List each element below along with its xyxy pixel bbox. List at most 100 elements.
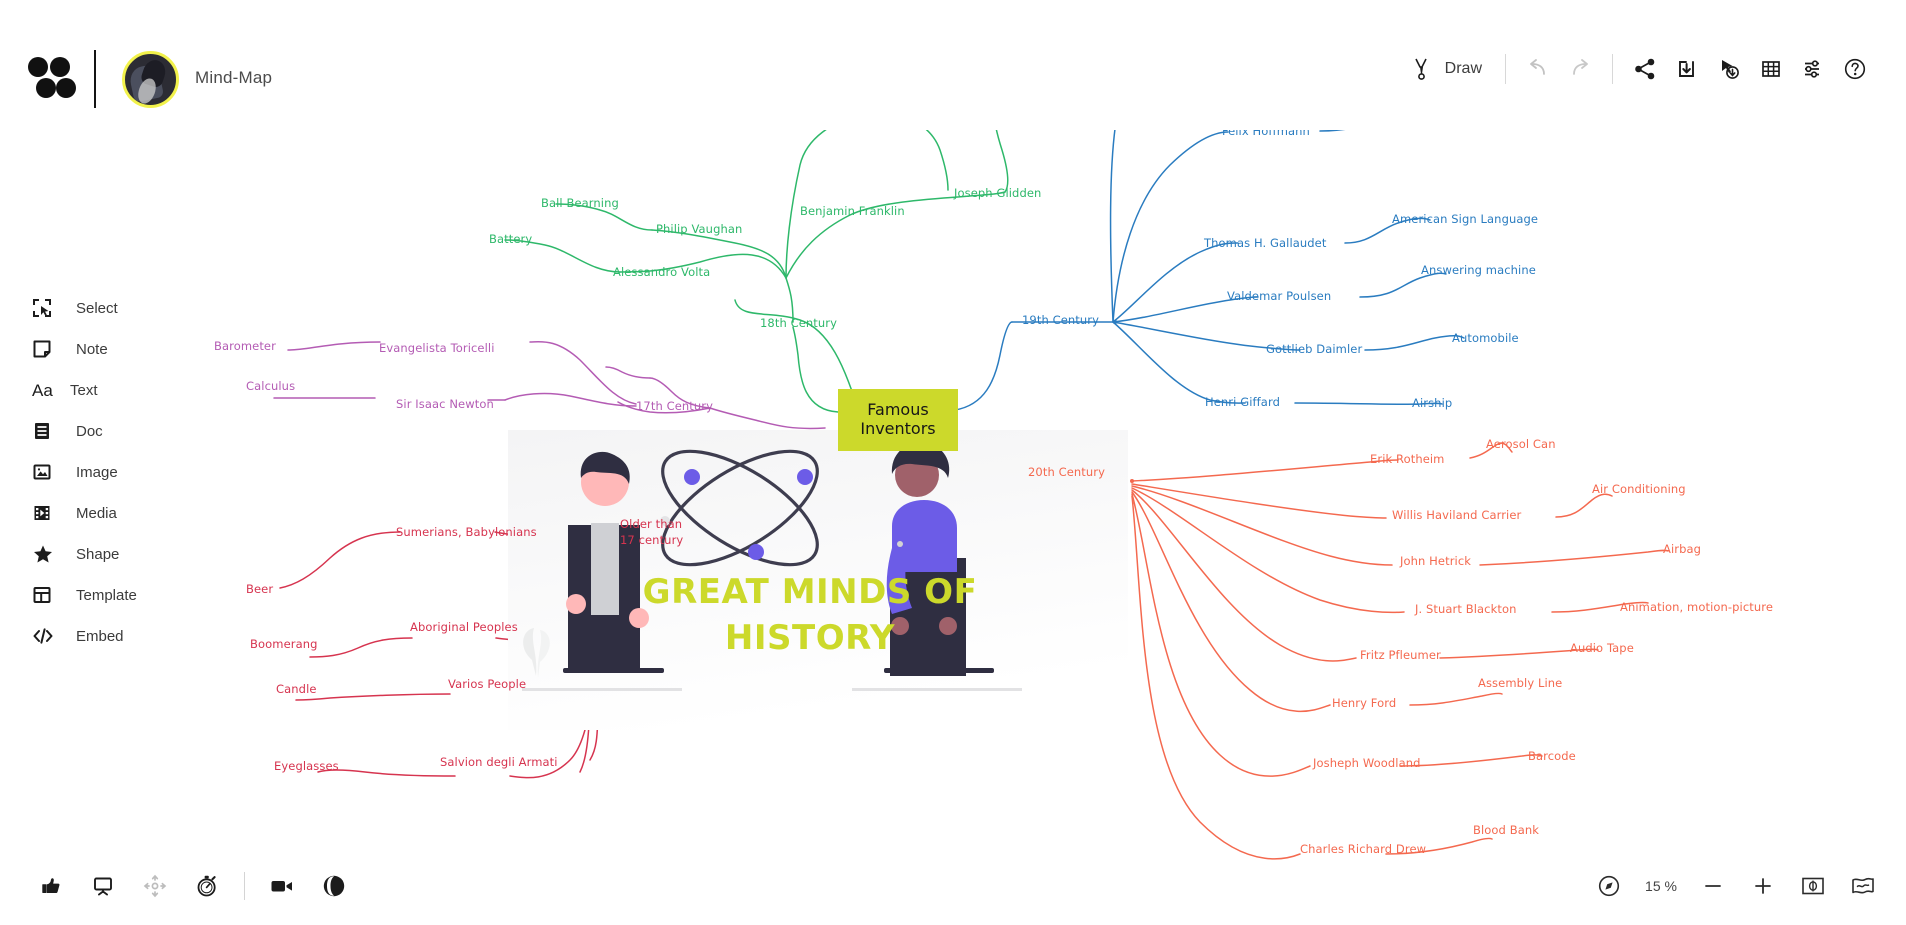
node-17th-century[interactable]: 17th Century xyxy=(636,399,713,413)
sidebar-item-template[interactable]: Template xyxy=(32,575,182,615)
node-varios-people[interactable]: Varios People xyxy=(448,677,526,691)
node-henry-ford[interactable]: Henry Ford xyxy=(1332,696,1396,710)
node-american-sign-language[interactable]: American Sign Language xyxy=(1392,212,1538,226)
share-icon[interactable] xyxy=(1624,48,1666,90)
node-calculus[interactable]: Calculus xyxy=(246,379,295,393)
node-19th-century[interactable]: 19th Century xyxy=(1022,313,1099,327)
zoom-in-button[interactable] xyxy=(1746,869,1780,903)
help-icon[interactable] xyxy=(1834,48,1876,90)
node-older-than-17-century[interactable]: Older than 17 century xyxy=(620,517,683,548)
header-divider xyxy=(94,50,96,108)
illustration-image[interactable]: GREAT MINDS OF HISTORY xyxy=(508,430,1128,730)
node-fritz-pfleumer[interactable]: Fritz Pfleumer xyxy=(1360,648,1441,662)
fit-to-screen-icon[interactable] xyxy=(1796,869,1830,903)
node-evangelista-toricelli[interactable]: Evangelista Toricelli xyxy=(379,341,495,355)
template-icon xyxy=(32,585,66,605)
avatar[interactable] xyxy=(122,51,179,108)
theme-icon[interactable] xyxy=(317,869,351,903)
node-philip-vaughan[interactable]: Philip Vaughan xyxy=(656,222,742,236)
headline-line-2: HISTORY xyxy=(724,617,896,658)
node-henri-giffard[interactable]: Henri Giffard xyxy=(1205,395,1280,409)
node-automobile[interactable]: Automobile xyxy=(1452,331,1519,345)
sidebar-item-media[interactable]: Media xyxy=(32,493,182,533)
node-benjamin-franklin[interactable]: Benjamin Franklin xyxy=(800,204,905,218)
sidebar-item-image[interactable]: Image xyxy=(32,452,182,492)
app-logo-icon[interactable] xyxy=(28,56,76,102)
draw-label[interactable]: Draw xyxy=(1443,60,1494,78)
mindmap-root-node[interactable]: Famous Inventors xyxy=(838,389,958,451)
bottom-right-toolbar: 15 % xyxy=(1592,869,1880,903)
undo-icon[interactable] xyxy=(1517,48,1559,90)
node-sumerians-babylonians[interactable]: Sumerians, Babylonians xyxy=(396,525,537,539)
node-alessandro-volta[interactable]: Alessandro Volta xyxy=(613,265,710,279)
node-aboriginal-peoples[interactable]: Aboriginal Peoples xyxy=(410,620,518,634)
sidebar-item-note[interactable]: Note xyxy=(32,329,182,369)
root-label-line2: Inventors xyxy=(860,419,936,438)
zoom-level: 15 % xyxy=(1645,878,1677,894)
download-icon[interactable] xyxy=(1666,48,1708,90)
node-j-stuart-blackton[interactable]: J. Stuart Blackton xyxy=(1415,602,1517,616)
older-label-line1: Older than xyxy=(620,517,683,531)
mindmap-canvas[interactable]: Famous Inventors 18th Century Philip Vau… xyxy=(0,0,1906,925)
node-airbag[interactable]: Airbag xyxy=(1663,542,1701,556)
node-gottlieb-daimler[interactable]: Gottlieb Daimler xyxy=(1266,342,1362,356)
node-aerosol-can[interactable]: Aerosol Can xyxy=(1486,437,1556,451)
node-battery[interactable]: Battery xyxy=(489,232,532,246)
video-icon[interactable] xyxy=(265,869,299,903)
presentation-icon[interactable] xyxy=(86,869,120,903)
node-air-conditioning[interactable]: Air Conditioning xyxy=(1592,482,1686,496)
node-audio-tape[interactable]: Audio Tape xyxy=(1570,641,1634,655)
left-toolbar: Select Note Aa Text Doc Image Media Shap… xyxy=(32,288,182,657)
image-icon xyxy=(32,462,66,482)
node-20th-century[interactable]: 20th Century xyxy=(1028,465,1105,479)
minimap-icon[interactable] xyxy=(1846,869,1880,903)
node-valdemar-poulsen[interactable]: Valdemar Poulsen xyxy=(1227,289,1331,303)
select-icon xyxy=(32,298,66,318)
node-joseph-glidden[interactable]: Joseph Glidden xyxy=(954,186,1041,200)
sidebar-label-text: Text xyxy=(70,381,98,399)
node-charles-richard-drew[interactable]: Charles Richard Drew xyxy=(1300,842,1426,856)
focus-icon[interactable] xyxy=(138,869,172,903)
node-assembly-line[interactable]: Assembly Line xyxy=(1478,676,1562,690)
node-beer[interactable]: Beer xyxy=(246,582,273,596)
grid-icon[interactable] xyxy=(1750,48,1792,90)
doc-icon xyxy=(32,421,66,441)
node-willis-haviland-carrier[interactable]: Willis Haviland Carrier xyxy=(1392,508,1521,522)
present-icon[interactable] xyxy=(1708,48,1750,90)
node-airship[interactable]: Airship xyxy=(1412,396,1452,410)
sidebar-item-shape[interactable]: Shape xyxy=(32,534,182,574)
node-john-hetrick[interactable]: John Hetrick xyxy=(1400,554,1471,568)
node-thomas-h-gallaudet[interactable]: Thomas H. Gallaudet xyxy=(1204,236,1326,250)
node-answering-machine[interactable]: Answering machine xyxy=(1421,263,1536,277)
node-boomerang[interactable]: Boomerang xyxy=(250,637,318,651)
sidebar-item-doc[interactable]: Doc xyxy=(32,411,182,451)
sidebar-item-select[interactable]: Select xyxy=(32,288,182,328)
note-icon xyxy=(32,339,66,359)
node-18th-century[interactable]: 18th Century xyxy=(760,316,837,330)
node-sir-isaac-newton[interactable]: Sir Isaac Newton xyxy=(396,397,494,411)
sidebar-item-embed[interactable]: Embed xyxy=(32,616,182,656)
thumbs-up-icon[interactable] xyxy=(34,869,68,903)
node-animation-motion-picture[interactable]: Animation, motion-picture xyxy=(1620,600,1773,614)
settings-sliders-icon[interactable] xyxy=(1792,48,1834,90)
node-candle[interactable]: Candle xyxy=(276,682,317,696)
node-barcode[interactable]: Barcode xyxy=(1528,749,1576,763)
node-erik-rotheim[interactable]: Erik Rotheim xyxy=(1370,452,1444,466)
node-ball-bearning[interactable]: Ball Bearning xyxy=(541,196,619,210)
node-salvion-degli-armati[interactable]: Salvion degli Armati xyxy=(440,755,558,769)
node-eyeglasses[interactable]: Eyeglasses xyxy=(274,759,339,773)
node-josheph-woodland[interactable]: Josheph Woodland xyxy=(1313,756,1421,770)
timer-icon[interactable] xyxy=(190,869,224,903)
app-root: Famous Inventors 18th Century Philip Vau… xyxy=(0,0,1906,925)
redo-icon[interactable] xyxy=(1559,48,1601,90)
document-title[interactable]: Mind-Map xyxy=(195,68,272,88)
sidebar-item-text[interactable]: Aa Text xyxy=(32,370,182,410)
zoom-out-button[interactable] xyxy=(1696,869,1730,903)
node-blood-bank[interactable]: Blood Bank xyxy=(1473,823,1539,837)
draw-pen-icon[interactable] xyxy=(1401,48,1443,90)
header-toolbar: Draw xyxy=(1401,48,1876,90)
sidebar-label-note: Note xyxy=(76,340,108,358)
compass-icon[interactable] xyxy=(1592,869,1626,903)
sidebar-label-media: Media xyxy=(76,504,117,522)
node-barometer[interactable]: Barometer xyxy=(214,339,276,353)
